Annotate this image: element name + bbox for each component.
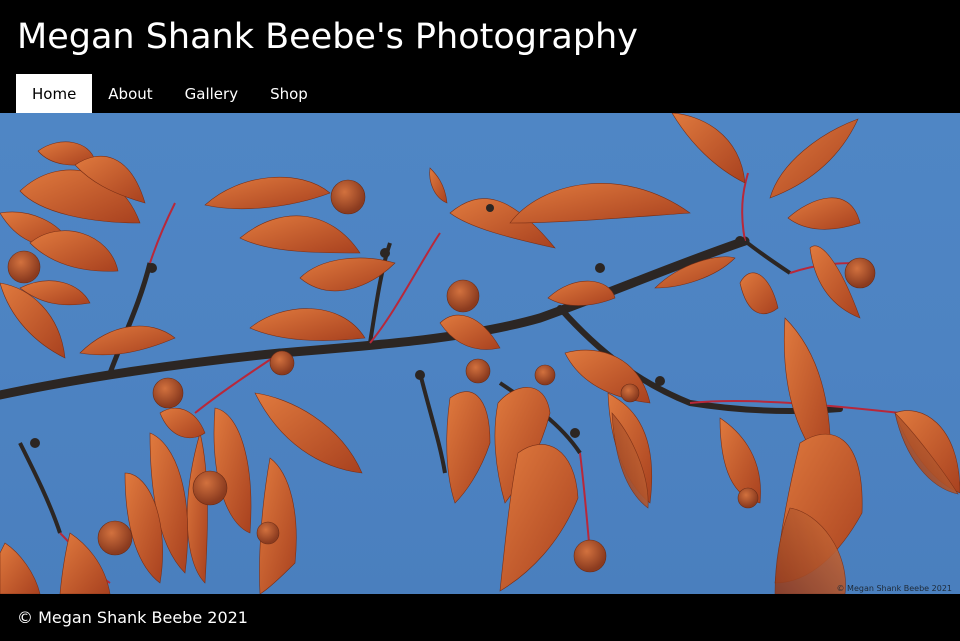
footer: © Megan Shank Beebe 2021 <box>0 594 960 641</box>
hero-photo-illustration <box>0 113 960 594</box>
photo-watermark: © Megan Shank Beebe 2021 <box>836 584 953 593</box>
nav-item-about[interactable]: About <box>92 74 168 113</box>
nav-item-shop[interactable]: Shop <box>254 74 324 113</box>
nav-item-home[interactable]: Home <box>16 74 93 113</box>
hero-photo: © Megan Shank Beebe 2021 <box>0 113 960 594</box>
main-nav: Home About Gallery Shop <box>16 74 324 113</box>
site-title: Megan Shank Beebe's Photography <box>17 17 638 57</box>
footer-copyright: © Megan Shank Beebe 2021 <box>17 608 248 627</box>
page: Megan Shank Beebe's Photography Home Abo… <box>0 0 960 641</box>
nav-item-gallery[interactable]: Gallery <box>169 74 254 113</box>
